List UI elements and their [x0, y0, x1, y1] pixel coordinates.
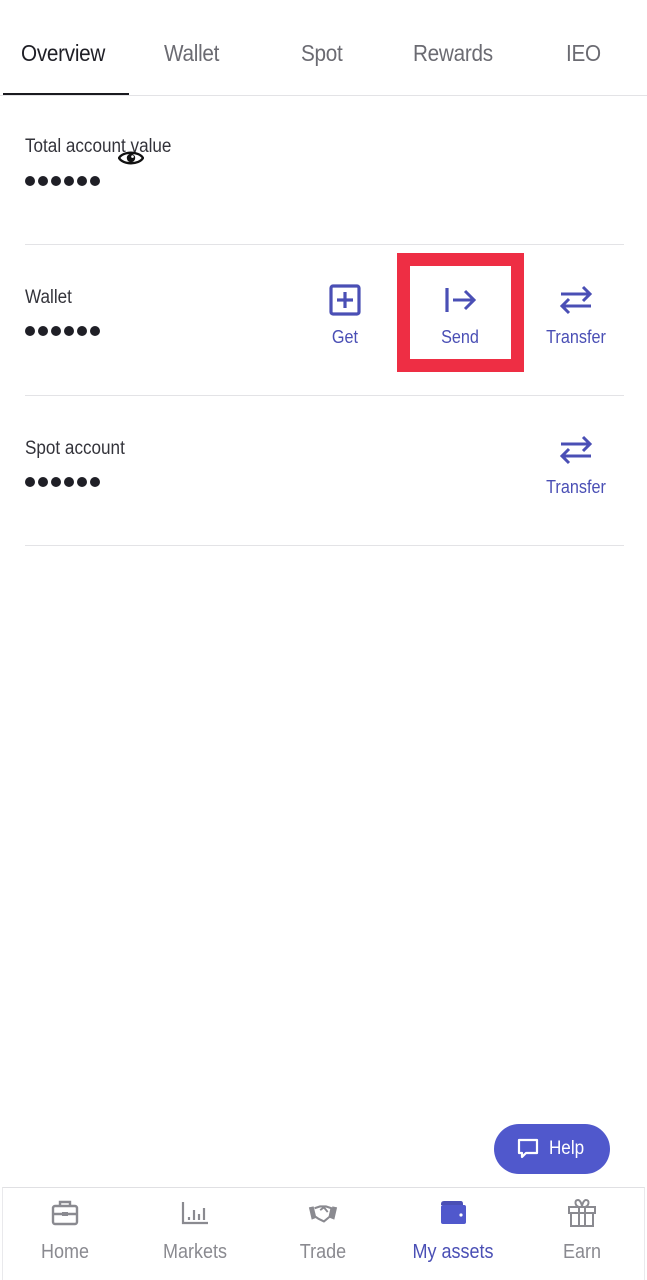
spot-account-value-masked [25, 477, 100, 487]
chat-bubble-icon [518, 1138, 539, 1159]
tab-ieo[interactable]: IEO [566, 40, 601, 67]
tab-spot[interactable]: Spot [301, 40, 343, 67]
top-tab-bar: Overview Wallet Spot Rewards IEO [0, 0, 647, 96]
wallet-icon [441, 1201, 466, 1224]
wallet-value-masked [25, 326, 100, 336]
handshake-icon [308, 1205, 338, 1223]
spot-transfer-label: Transfer [546, 477, 606, 497]
tab-overview[interactable]: Overview [21, 40, 105, 67]
nav-my-assets[interactable]: My assets [398, 1198, 508, 1264]
nav-earn-label: Earn [562, 1241, 602, 1263]
wallet-transfer-label: Transfer [546, 327, 606, 347]
nav-trade[interactable]: Trade [268, 1198, 378, 1264]
wallet-label: Wallet [25, 287, 72, 308]
spot-account-label: Spot account [25, 438, 125, 459]
nav-markets-label: Markets [162, 1241, 228, 1263]
help-button[interactable]: Help [494, 1124, 610, 1174]
wallet-transfer-button[interactable]: Transfer [536, 283, 616, 348]
get-button[interactable]: Get [305, 283, 385, 348]
transfer-arrows-icon [559, 435, 593, 465]
tab-rewards[interactable]: Rewards [413, 40, 493, 67]
total-account-label: Total account value [25, 136, 172, 157]
active-tab-indicator [3, 93, 129, 95]
tab-wallet[interactable]: Wallet [164, 40, 219, 67]
nav-home[interactable]: Home [10, 1198, 120, 1264]
total-account-section: Total account value [25, 96, 624, 245]
nav-earn[interactable]: Earn [527, 1198, 637, 1264]
spot-account-section: Spot account [25, 396, 624, 546]
eye-icon[interactable] [118, 148, 144, 168]
total-account-value-masked [25, 176, 100, 186]
gift-icon [568, 1198, 596, 1227]
spot-transfer-button[interactable]: Transfer [536, 433, 616, 498]
help-label: Help [549, 1138, 585, 1159]
bar-chart-icon [181, 1202, 208, 1225]
get-label: Get [331, 327, 359, 347]
nav-markets[interactable]: Markets [140, 1198, 250, 1264]
send-highlight-box [397, 253, 524, 372]
briefcase-icon [51, 1200, 79, 1226]
nav-trade-label: Trade [299, 1241, 347, 1263]
nav-my-assets-label: My assets [412, 1241, 494, 1263]
transfer-arrows-icon [559, 285, 593, 315]
nav-home-label: Home [40, 1241, 90, 1263]
bottom-nav: Home Markets Trade My assets Earn [2, 1187, 645, 1280]
plus-square-icon [329, 284, 361, 316]
